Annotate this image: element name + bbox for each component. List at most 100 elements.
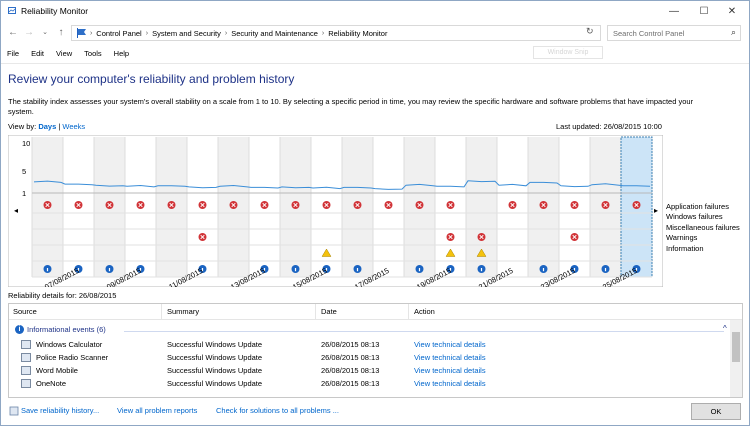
view-by: View by: Days | Weeks (8, 122, 85, 131)
window-title: Reliability Monitor (21, 6, 89, 16)
page-title: Review your computer's reliability and p… (8, 72, 295, 86)
address-bar[interactable]: › Control Panel › System and Security › … (71, 25, 601, 41)
group-divider (124, 331, 724, 332)
information-event-glyph (108, 268, 111, 272)
menu-edit[interactable]: Edit (31, 49, 44, 58)
sort-caret-icon: ^ (359, 303, 363, 308)
information-event-glyph (480, 268, 483, 272)
breadcrumb-control-panel[interactable]: Control Panel (96, 29, 141, 38)
row-summary: Successful Windows Update (167, 366, 263, 375)
row-summary: Successful Windows Update (167, 379, 263, 388)
table-row[interactable]: OneNote Successful Windows Update 26/08/… (9, 378, 729, 391)
ok-button[interactable]: OK (691, 403, 741, 420)
legend-warnings: Warnings (666, 233, 698, 243)
column-divider[interactable] (161, 304, 162, 320)
app-icon (21, 340, 31, 349)
page-description: The stability index assesses your system… (8, 97, 694, 116)
information-event-glyph (46, 268, 49, 272)
menu-file[interactable]: File (7, 49, 19, 58)
search-input[interactable]: Search Control Panel ⌕ (607, 25, 741, 41)
flag-icon (77, 28, 86, 38)
app-icon (21, 379, 31, 388)
information-event-glyph (356, 268, 359, 272)
save-reliability-history-link[interactable]: Save reliability history... (21, 406, 99, 415)
refresh-icon[interactable]: ↻ (586, 26, 594, 37)
details-label: Reliability details for: 26/08/2015 (8, 291, 117, 300)
legend-information: Information (666, 243, 704, 253)
column-action[interactable]: Action (414, 307, 435, 316)
stability-chart[interactable]: ◂ ▸ 10 5 1 07/08/2015 09/08/2015 11/08/2015 13/0… (8, 135, 663, 287)
view-technical-details-link[interactable]: View technical details (414, 340, 486, 349)
column-summary[interactable]: Summary (167, 307, 199, 316)
details-table: Source Summary Date Action ^ i Informati… (8, 303, 743, 398)
information-event-glyph (294, 268, 297, 272)
table-row[interactable]: Word Mobile Successful Windows Update 26… (9, 365, 729, 378)
view-technical-details-link[interactable]: View technical details (414, 379, 486, 388)
row-date: 26/08/2015 08:13 (321, 379, 380, 388)
information-event-glyph (542, 268, 545, 272)
scrollbar-thumb[interactable] (732, 332, 740, 362)
y-tick-label: 1 (22, 189, 26, 198)
column-divider[interactable] (315, 304, 316, 320)
row-summary: Successful Windows Update (167, 340, 263, 349)
breadcrumb-reliability-monitor[interactable]: Reliability Monitor (328, 29, 387, 38)
table-header: Source Summary Date Action ^ (9, 304, 742, 320)
table-row[interactable]: Windows Calculator Successful Windows Up… (9, 339, 729, 352)
close-button[interactable]: ✕ (717, 1, 747, 21)
menu-tools[interactable]: Tools (84, 49, 102, 58)
stability-chart-svg[interactable]: ◂ ▸105107/08/2015 09/08/2015 11/08/2015 13/0… (8, 135, 663, 287)
footer: Save reliability history... View all pro… (1, 401, 749, 425)
breadcrumb-security-maintenance[interactable]: Security and Maintenance (231, 29, 318, 38)
app-icon (21, 353, 31, 362)
row-date: 26/08/2015 08:13 (321, 353, 380, 362)
minimize-button[interactable]: — (659, 1, 689, 21)
chart-scroll-right-icon[interactable]: ▸ (654, 206, 658, 215)
breadcrumb-chevron-icon: › (224, 29, 228, 37)
navigation-bar: ← → ⌄ ↑ › Control Panel › System and Sec… (1, 23, 749, 43)
view-technical-details-link[interactable]: View technical details (414, 353, 486, 362)
row-date: 26/08/2015 08:13 (321, 366, 380, 375)
table-row[interactable]: Police Radio Scanner Successful Windows … (9, 352, 729, 365)
reliability-monitor-icon (8, 7, 16, 14)
recent-chevron-icon[interactable]: ⌄ (39, 26, 51, 40)
legend-application-failures: Application failures (666, 202, 729, 211)
menu-view[interactable]: View (56, 49, 72, 58)
maximize-button[interactable]: ☐ (689, 1, 719, 21)
chart-scroll-left-icon[interactable]: ◂ (14, 206, 18, 215)
legend-windows-failures: Windows failures (666, 212, 723, 222)
row-summary: Successful Windows Update (167, 353, 263, 362)
view-by-days[interactable]: Days (38, 122, 56, 131)
y-tick-label: 5 (22, 167, 26, 176)
app-icon (21, 366, 31, 375)
reliability-monitor-window: Reliability Monitor — ☐ ✕ ← → ⌄ ↑ › Cont… (0, 0, 750, 426)
check-for-solutions-link[interactable]: Check for solutions to all problems ... (216, 406, 339, 415)
group-label: Informational events (6) (27, 325, 106, 334)
breadcrumb-chevron-icon: › (321, 29, 325, 37)
view-by-weeks[interactable]: Weeks (62, 122, 85, 131)
view-by-label: View by: (8, 122, 37, 131)
collapse-chevron-icon[interactable]: ^ (723, 324, 727, 333)
breadcrumb-system-security[interactable]: System and Security (152, 29, 221, 38)
back-arrow-icon[interactable]: ← (7, 26, 19, 40)
view-by-separator: | (58, 122, 61, 131)
menu-help[interactable]: Help (114, 49, 129, 58)
window-snip-overlay: Window Snip (533, 46, 603, 59)
forward-arrow-icon[interactable]: → (23, 26, 35, 40)
table-scrollbar[interactable] (730, 320, 742, 397)
menu-bar: File Edit View Tools Help (1, 45, 749, 61)
legend-misc-failures: Miscellaneous failures (666, 222, 740, 232)
column-date[interactable]: Date (321, 307, 337, 316)
view-all-problem-reports-link[interactable]: View all problem reports (117, 406, 197, 415)
row-source: Windows Calculator (36, 340, 103, 349)
column-divider[interactable] (408, 304, 409, 320)
up-arrow-icon[interactable]: ↑ (55, 26, 67, 40)
search-icon[interactable]: ⌕ (731, 27, 736, 38)
divider (1, 63, 749, 64)
breadcrumb-chevron-icon: › (88, 29, 93, 37)
last-updated: Last updated: 26/08/2015 10:00 (556, 122, 662, 131)
column-source[interactable]: Source (13, 307, 37, 316)
view-technical-details-link[interactable]: View technical details (414, 366, 486, 375)
group-informational-events[interactable]: i Informational events (6) (15, 325, 106, 334)
row-source: Police Radio Scanner (36, 353, 109, 362)
row-source: Word Mobile (36, 366, 78, 375)
